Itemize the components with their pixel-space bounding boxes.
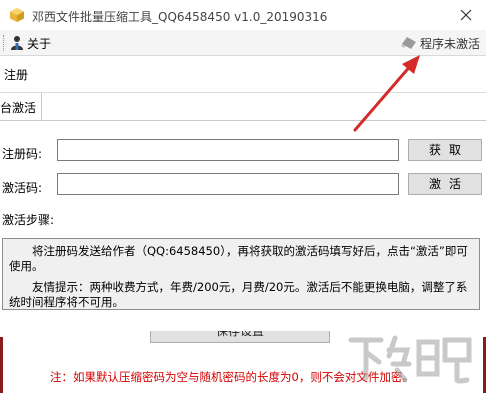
watermark-logo xyxy=(348,335,472,384)
close-button[interactable] xyxy=(446,0,486,30)
register-code-input[interactable] xyxy=(57,139,399,161)
title-bar: 邓西文件批量压缩工具_QQ6458450 v1.0_20190316 xyxy=(0,0,486,30)
save-settings-button[interactable]: 保存设置 xyxy=(150,331,330,343)
left-border xyxy=(0,337,3,393)
about-label: 关于 xyxy=(27,36,52,51)
close-icon xyxy=(460,9,472,21)
about-button[interactable]: 关于 xyxy=(10,33,51,53)
activation-code-input[interactable] xyxy=(57,173,399,195)
user-icon xyxy=(11,36,23,50)
tab-activation[interactable]: 台激活 xyxy=(0,93,42,121)
activation-code-label: 激活码: xyxy=(2,181,43,195)
annotation-arrow xyxy=(353,55,420,132)
app-box-icon xyxy=(10,8,24,22)
eraser-icon xyxy=(400,37,416,49)
tab-register[interactable]: 注册 xyxy=(4,66,28,83)
window-title: 邓西文件批量压缩工具_QQ6458450 v1.0_20190316 xyxy=(32,10,328,24)
activation-status-label: 程序未激活 xyxy=(419,36,480,51)
register-code-label: 注册码: xyxy=(2,147,43,161)
activate-button[interactable]: 激活 xyxy=(408,173,482,195)
activation-steps-label: 激活步骤: xyxy=(2,213,55,227)
activation-steps-box: 将注册码发送给作者（QQ:6458450），再将获取的激活码填写好后，点击“激活… xyxy=(2,238,480,310)
steps-tip-text: 友情提示：两种收费方式，年费/200元，月费/20元。激活后不能更换电脑，调整了… xyxy=(9,280,468,309)
toolbar-grip[interactable] xyxy=(3,35,6,51)
steps-instruction-text: 将注册码发送给作者（QQ:6458450），再将获取的激活码填写好后，点击“激活… xyxy=(9,244,468,273)
get-code-button[interactable]: 获取 xyxy=(408,139,482,161)
